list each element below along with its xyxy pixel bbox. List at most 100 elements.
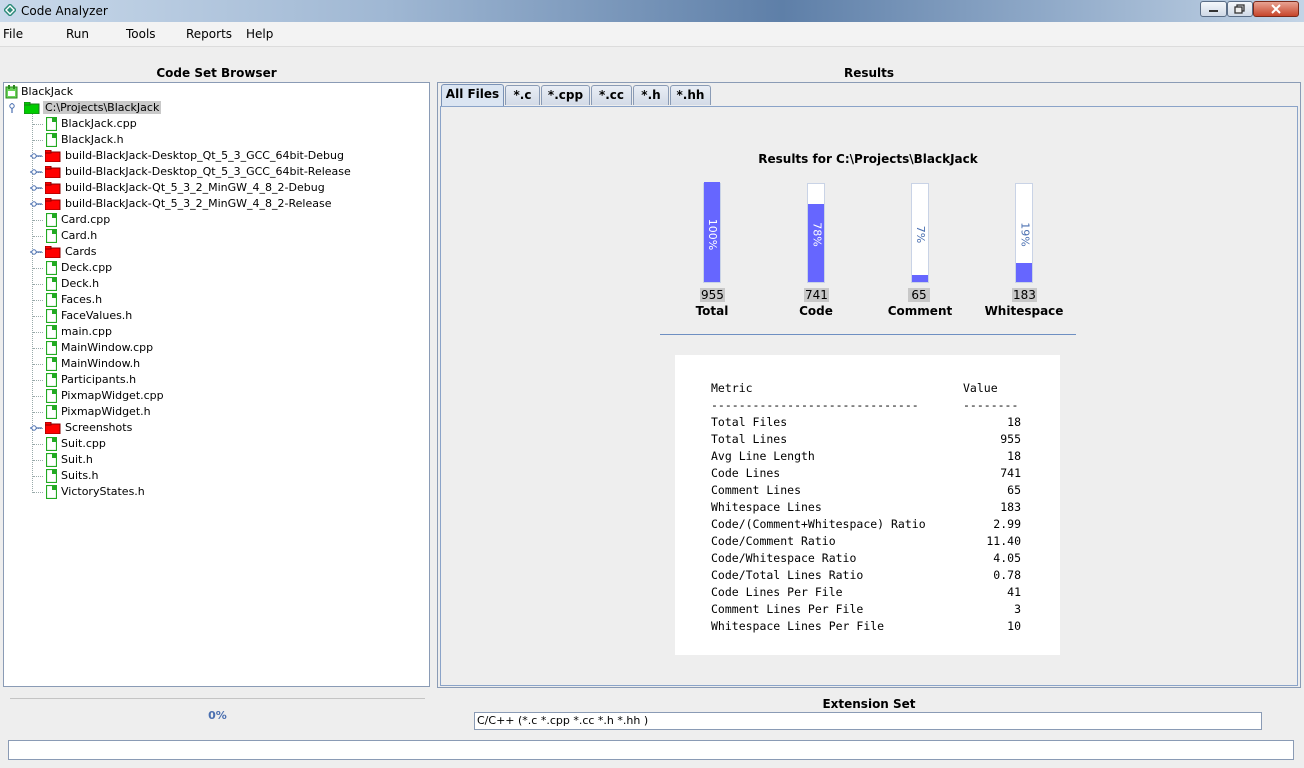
- collapsed-toggle-icon[interactable]: [30, 151, 42, 161]
- menu-run[interactable]: Run: [66, 27, 89, 41]
- tree-item-label: Cards: [65, 245, 97, 258]
- file-icon: [46, 213, 57, 227]
- tree-branch-line: [33, 444, 43, 445]
- metric-row: Code Lines Per File 41: [711, 585, 1021, 602]
- tree-folder-item[interactable]: build-BlackJack-Qt_5_3_2_MinGW_4_8_2-Rel…: [5, 196, 425, 212]
- tree-file-item[interactable]: MainWindow.cpp: [5, 340, 425, 356]
- tree-file-item[interactable]: Card.h: [5, 228, 425, 244]
- tree-file-item[interactable]: main.cpp: [5, 324, 425, 340]
- folder-icon: [45, 246, 61, 258]
- collapsed-toggle-icon[interactable]: [30, 423, 42, 433]
- menu-file[interactable]: File: [3, 27, 23, 41]
- bar-percent-label: 78%: [808, 184, 826, 284]
- bar-category-label: Comment: [887, 304, 953, 318]
- tree-project[interactable]: C:\Projects\BlackJack: [5, 100, 305, 116]
- collapsed-toggle-icon[interactable]: [30, 167, 42, 177]
- tree-file-item[interactable]: MainWindow.h: [5, 356, 425, 372]
- maximize-button[interactable]: [1227, 1, 1253, 17]
- close-button[interactable]: [1253, 1, 1299, 17]
- file-icon: [46, 405, 57, 419]
- bar-percent-text: 100%: [706, 218, 720, 250]
- tree-folder-item[interactable]: build-BlackJack-Desktop_Qt_5_3_GCC_64bit…: [5, 148, 425, 164]
- tree-folder-item[interactable]: Cards: [5, 244, 425, 260]
- tree-file-item[interactable]: Deck.h: [5, 276, 425, 292]
- tree-file-item[interactable]: Suits.h: [5, 468, 425, 484]
- tree-item-label: build-BlackJack-Qt_5_3_2_MinGW_4_8_2-Deb…: [65, 181, 325, 194]
- tree-branch-line: [33, 380, 43, 381]
- tree-file-item[interactable]: Participants.h: [5, 372, 425, 388]
- metric-header-rule: ------------------------------: [711, 398, 919, 412]
- file-icon: [46, 485, 57, 499]
- metric-row: Comment Lines 65: [711, 483, 1021, 500]
- tab-cpp[interactable]: *.cpp: [541, 85, 590, 105]
- tab-c[interactable]: *.c: [505, 85, 540, 105]
- tree-file-item[interactable]: Card.cpp: [5, 212, 425, 228]
- metric-value: 10: [1007, 619, 1021, 633]
- collapsed-toggle-icon[interactable]: [30, 199, 42, 209]
- progress-bar: 0%: [10, 698, 425, 733]
- collapsed-toggle-icon[interactable]: [30, 183, 42, 193]
- tree-branch-line: [33, 492, 43, 493]
- tab-cc[interactable]: *.cc: [591, 85, 632, 105]
- tree-folder-item[interactable]: Screenshots: [5, 420, 425, 436]
- metric-row: Total Lines 955: [711, 432, 1021, 449]
- tree-item-label: build-BlackJack-Desktop_Qt_5_3_GCC_64bit…: [65, 149, 344, 162]
- results-heading: Results: [843, 66, 895, 80]
- tree-file-item[interactable]: PixmapWidget.h: [5, 404, 425, 420]
- tree-file-item[interactable]: Faces.h: [5, 292, 425, 308]
- metric-row: Comment Lines Per File 3: [711, 602, 1021, 619]
- extension-set-field[interactable]: C/C++ (*.c *.cpp *.cc *.h *.hh ): [474, 712, 1262, 730]
- menu-reports[interactable]: Reports: [186, 27, 232, 41]
- tree-branch-line: [33, 284, 43, 285]
- file-icon: [46, 373, 57, 387]
- folder-open-icon: [24, 102, 40, 114]
- metric-name: Whitespace Lines Per File: [711, 619, 885, 633]
- bar-track: 78%: [807, 183, 825, 283]
- tree-branch-line: [33, 316, 43, 317]
- tree-branch-line: [33, 348, 43, 349]
- bar-percent-text: 19%: [1018, 221, 1032, 247]
- tab-hh[interactable]: *.hh: [670, 85, 711, 105]
- tree-item-label: Suits.h: [61, 469, 99, 482]
- metric-row: Whitespace Lines 183: [711, 500, 1021, 517]
- tree-file-item[interactable]: Suit.cpp: [5, 436, 425, 452]
- tree-item-label: MainWindow.h: [61, 357, 141, 370]
- code-set-tree[interactable]: BlackJack C:\Projects\BlackJack BlackJac…: [3, 82, 430, 687]
- metric-name: Code/Total Lines Ratio: [711, 568, 864, 582]
- metric-name: Comment Lines Per File: [711, 602, 864, 616]
- metric-value: 18: [1007, 415, 1021, 429]
- tree-file-item[interactable]: Suit.h: [5, 452, 425, 468]
- tree-folder-item[interactable]: build-BlackJack-Qt_5_3_2_MinGW_4_8_2-Deb…: [5, 180, 425, 196]
- metric-name: Comment Lines: [711, 483, 802, 497]
- tree-file-item[interactable]: BlackJack.cpp: [5, 116, 425, 132]
- tree-root[interactable]: BlackJack: [5, 84, 205, 100]
- metric-name: Total Lines: [711, 432, 788, 446]
- tab-h[interactable]: *.h: [633, 85, 669, 105]
- tree-file-item[interactable]: Deck.cpp: [5, 260, 425, 276]
- metric-value: 18: [1007, 449, 1021, 463]
- tree-file-item[interactable]: BlackJack.h: [5, 132, 425, 148]
- tree-item-label: PixmapWidget.h: [61, 405, 151, 418]
- tree-item-label: BlackJack.cpp: [61, 117, 137, 130]
- status-field[interactable]: [8, 740, 1294, 760]
- menu-tools[interactable]: Tools: [126, 27, 156, 41]
- title-bar: Code Analyzer: [0, 0, 1304, 22]
- tree-branch-line: [33, 268, 43, 269]
- metric-row: Whitespace Lines Per File 10: [711, 619, 1021, 636]
- minimize-button[interactable]: [1200, 1, 1227, 17]
- tree-file-item[interactable]: PixmapWidget.cpp: [5, 388, 425, 404]
- tree-file-item[interactable]: FaceValues.h: [5, 308, 425, 324]
- expanded-toggle-icon[interactable]: [7, 103, 17, 113]
- metric-name: Code Lines Per File: [711, 585, 843, 599]
- file-icon: [46, 389, 57, 403]
- menu-help[interactable]: Help: [246, 27, 273, 41]
- bar-count-label: 741: [804, 288, 829, 302]
- tab-all-files[interactable]: All Files: [441, 84, 504, 106]
- metric-name: Total Files: [711, 415, 788, 429]
- tree-folder-item[interactable]: build-BlackJack-Desktop_Qt_5_3_GCC_64bit…: [5, 164, 425, 180]
- tree-file-item[interactable]: VictoryStates.h: [5, 484, 425, 500]
- metric-name: Code/(Comment+Whitespace) Ratio: [711, 517, 926, 531]
- bar-percent-text: 78%: [810, 221, 824, 247]
- collapsed-toggle-icon[interactable]: [30, 247, 42, 257]
- metric-name: Whitespace Lines: [711, 500, 822, 514]
